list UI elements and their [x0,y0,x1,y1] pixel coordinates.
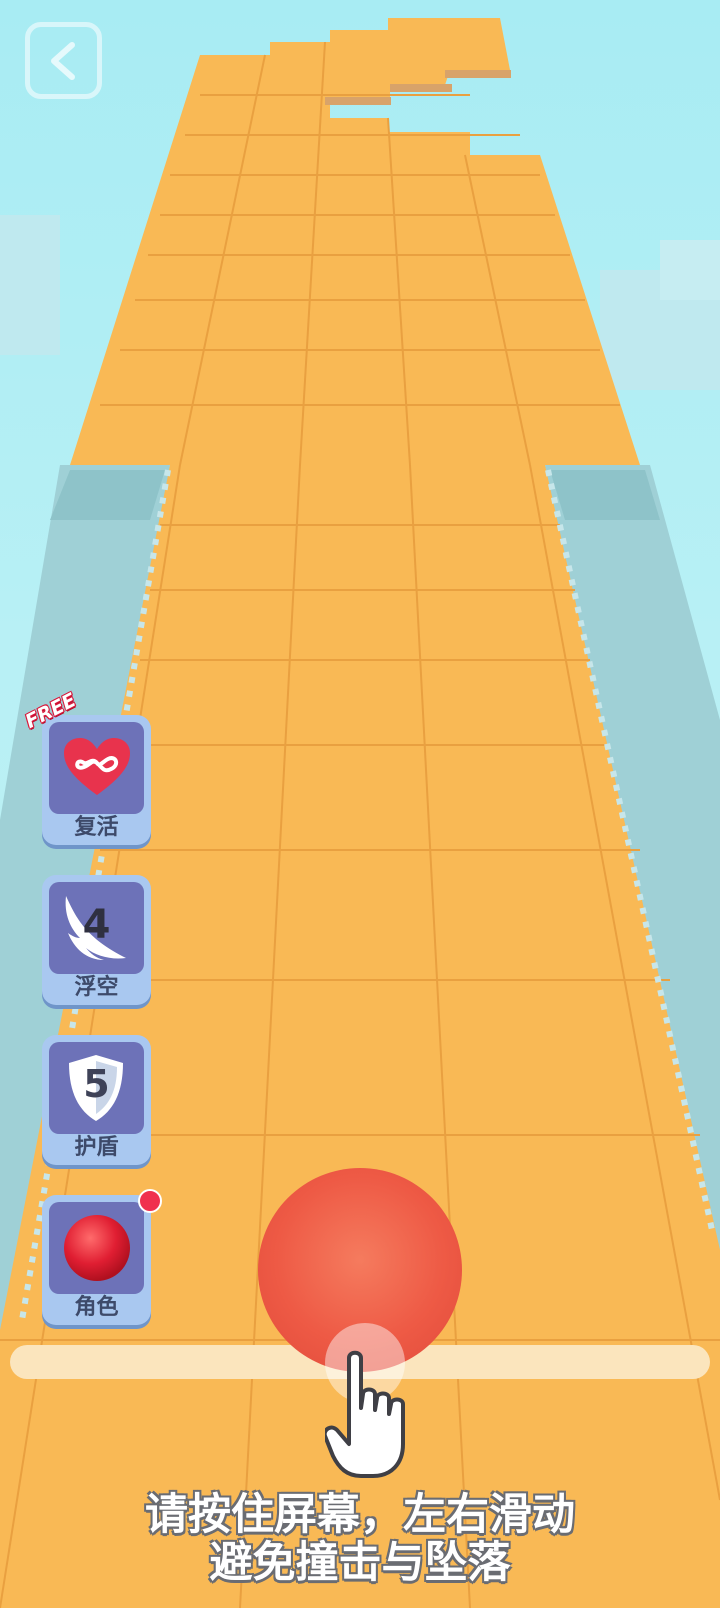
float-icon-panel: 4 [49,882,144,974]
infinity-heart-icon [63,738,130,795]
back-button[interactable] [25,22,102,99]
shield-count: 5 [83,1062,110,1106]
revive-icon-panel [49,722,144,814]
pointing-hand-icon [325,1350,405,1478]
revive-button[interactable]: 复活 [42,715,151,845]
notification-dot [138,1189,162,1213]
float-label: 浮空 [74,975,119,1000]
shield-button[interactable]: 5 护盾 [42,1035,151,1165]
instruction-line-2: 避免撞击与坠落 [209,1538,511,1588]
revive-label: 复活 [74,815,119,840]
character-button[interactable]: 角色 [42,1195,151,1325]
float-count: 4 [82,902,111,948]
chevron-left-icon [50,41,75,80]
float-button[interactable]: 4 浮空 [42,875,151,1005]
character-icon-panel [49,1202,144,1294]
shield-label: 护盾 [74,1135,119,1160]
game-scene[interactable]: 复活 FREE 4 浮空 5 护盾 角色 请按住屏幕，左右滑动 避免撞击与坠落 [0,0,720,1608]
shield-icon-panel: 5 [49,1042,144,1134]
character-label: 角色 [74,1295,119,1320]
red-ball-icon [63,1215,130,1281]
